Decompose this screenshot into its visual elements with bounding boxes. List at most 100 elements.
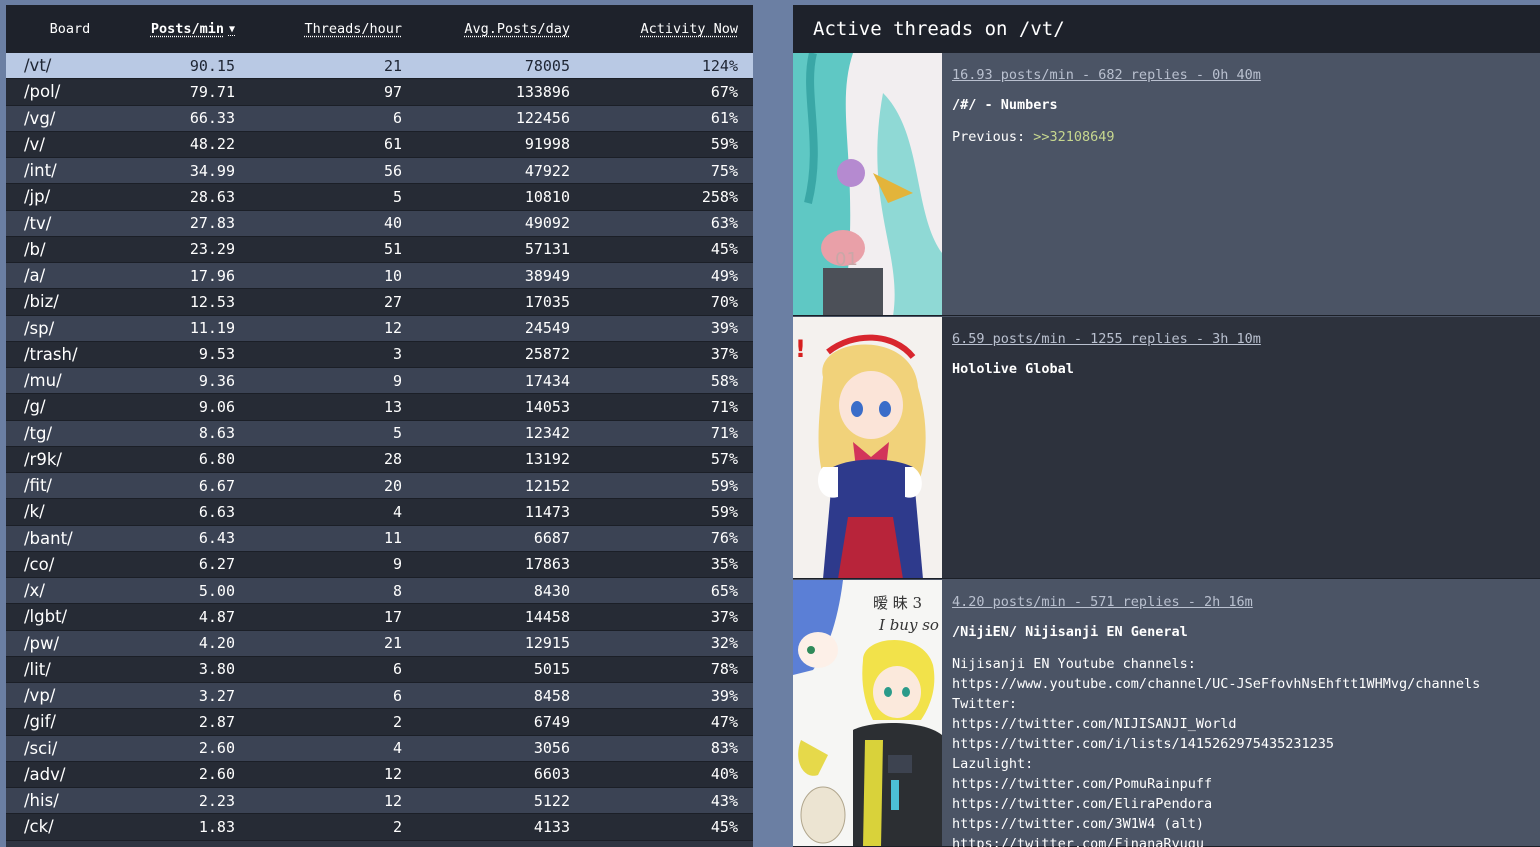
board-cell[interactable]: /x/ (6, 581, 134, 600)
table-row[interactable]: /int/34.99 56 47922 75% (6, 158, 753, 185)
threads-hour-cell: 5 (392, 424, 402, 443)
thread-stats-link[interactable]: 4.20 posts/min - 571 replies - 2h 16m (952, 594, 1530, 610)
board-cell[interactable]: /sci/ (6, 739, 134, 758)
header-avg-posts-day[interactable]: Avg.Posts/day (402, 5, 570, 53)
table-row[interactable]: /pw/4.20 21 12915 32% (6, 630, 753, 657)
board-cell[interactable]: /his/ (6, 791, 134, 810)
board-cell[interactable]: /int/ (6, 161, 134, 180)
table-row[interactable]: /a/17.96 10 38949 49% (6, 263, 753, 290)
thread-item[interactable]: 暧 昧 3 I buy so 4.20 posts/min - 571 repl… (793, 580, 1540, 847)
activity-now-cell: 124% (701, 56, 738, 75)
table-row[interactable]: /lit/3.80 6 5015 78% (6, 656, 753, 683)
board-cell[interactable]: /v/ (6, 135, 134, 154)
table-row[interactable]: /tg/8.63 5 12342 71% (6, 420, 753, 447)
board-cell[interactable]: /lgbt/ (6, 607, 134, 626)
table-row[interactable]: /tv/27.83 40 49092 63% (6, 210, 753, 237)
table-row[interactable]: /pol/79.71 97 133896 67% (6, 79, 753, 106)
table-row[interactable]: /r9k/6.80 28 13192 57% (6, 446, 753, 473)
thread-thumbnail[interactable]: ! (793, 317, 942, 578)
table-row[interactable]: /v/48.22 61 91998 59% (6, 131, 753, 158)
table-row[interactable]: /k/6.63 4 11473 59% (6, 499, 753, 526)
table-row[interactable]: /jp/28.63 5 10810 258% (6, 184, 753, 211)
thumb-mark: ! (795, 335, 806, 363)
posts-min-cell: 4.87 (198, 607, 235, 626)
board-cell[interactable]: /jp/ (6, 187, 134, 206)
table-row[interactable]: /vt/90.15 21 78005 124% (6, 53, 753, 80)
table-row[interactable]: /trash/9.53 3 25872 37% (6, 341, 753, 368)
table-row[interactable]: /sp/11.19 12 24549 39% (6, 315, 753, 342)
thread-item[interactable]: 01 16.93 posts/min - 682 replies - 0h 40… (793, 53, 1540, 316)
board-cell[interactable]: /vp/ (6, 686, 134, 705)
table-row[interactable]: /b/23.29 51 57131 45% (6, 236, 753, 263)
thumb-script: I buy so (878, 616, 939, 634)
thread-item[interactable]: ! 6.59 posts/min - 1255 replies - 3h 10m… (793, 317, 1540, 579)
avg-posts-day-cell: 17863 (524, 555, 570, 574)
board-cell[interactable]: /mu/ (6, 371, 134, 390)
posts-min-cell: 2.60 (198, 739, 235, 758)
avg-posts-day-cell: 133896 (515, 82, 570, 101)
table-row[interactable]: /x/5.00 8 8430 65% (6, 578, 753, 605)
table-row[interactable]: /co/6.27 9 17863 35% (6, 551, 753, 578)
avg-posts-day-cell: 3056 (533, 739, 570, 758)
table-row[interactable]: /vg/66.33 6 122456 61% (6, 105, 753, 132)
board-cell[interactable]: /co/ (6, 555, 134, 574)
board-cell[interactable]: /g/ (6, 397, 134, 416)
avg-posts-day-cell: 10810 (524, 187, 570, 206)
table-row[interactable]: /g/9.06 13 14053 71% (6, 394, 753, 421)
board-cell[interactable]: /pol/ (6, 82, 134, 101)
board-cell[interactable]: /k/ (6, 502, 134, 521)
avg-posts-day-cell: 12152 (524, 476, 570, 495)
board-cell[interactable]: /ck/ (6, 817, 134, 836)
thread-stats-link[interactable]: 16.93 posts/min - 682 replies - 0h 40m (952, 67, 1530, 83)
threads-hour-cell: 6 (392, 686, 402, 705)
thread-body: Nijisanji EN Youtube channels: https://w… (952, 656, 1481, 847)
thread-thumbnail[interactable]: 暧 昧 3 I buy so (793, 580, 942, 846)
activity-now-cell: 47% (710, 712, 738, 731)
board-cell[interactable]: /biz/ (6, 292, 134, 311)
header-board[interactable]: Board (6, 5, 134, 53)
header-posts-min[interactable]: Posts/min ▼ (134, 5, 235, 53)
board-cell[interactable]: /bant/ (6, 529, 134, 548)
board-cell[interactable]: /vg/ (6, 109, 134, 128)
board-cell[interactable]: /pw/ (6, 634, 134, 653)
table-row[interactable]: /gif/2.87 2 6749 47% (6, 709, 753, 736)
avg-posts-day-cell: 25872 (524, 345, 570, 364)
board-cell[interactable]: /trash/ (6, 345, 134, 364)
threads-hour-cell: 12 (383, 765, 402, 784)
table-row[interactable]: /biz/12.53 27 17035 70% (6, 289, 753, 316)
table-row[interactable]: /adv/2.60 12 6603 40% (6, 761, 753, 788)
board-cell[interactable]: /adv/ (6, 765, 134, 784)
threads-hour-cell: 8 (392, 581, 402, 600)
avg-posts-day-cell: 24549 (524, 319, 570, 338)
table-row[interactable]: /ck/1.83 2 4133 45% (6, 814, 753, 841)
board-cell[interactable]: /tv/ (6, 214, 134, 233)
header-threads-hour[interactable]: Threads/hour (235, 5, 402, 53)
board-cell[interactable]: /vt/ (6, 56, 134, 75)
table-row[interactable]: /lgbt/4.87 17 14458 37% (6, 604, 753, 631)
activity-now-cell: 83% (710, 739, 738, 758)
board-cell[interactable]: /tg/ (6, 424, 134, 443)
table-row[interactable]: /fit/6.67 20 12152 59% (6, 473, 753, 500)
quote-link[interactable]: >>32108649 (1033, 129, 1114, 145)
table-row[interactable]: /mu/9.36 9 17434 58% (6, 368, 753, 395)
threads-hour-cell: 21 (383, 634, 402, 653)
board-cell[interactable]: /lit/ (6, 660, 134, 679)
table-row[interactable]: /sci/2.60 4 3056 83% (6, 735, 753, 762)
board-cell[interactable]: /fit/ (6, 476, 134, 495)
posts-min-cell: 6.67 (198, 476, 235, 495)
header-activity-now[interactable]: Activity Now (570, 5, 738, 53)
board-cell[interactable]: /b/ (6, 240, 134, 259)
thread-stats-link[interactable]: 6.59 posts/min - 1255 replies - 3h 10m (952, 331, 1530, 347)
threads-hour-cell: 61 (383, 135, 402, 154)
board-cell[interactable]: /gif/ (6, 712, 134, 731)
board-cell[interactable]: /r9k/ (6, 450, 134, 469)
table-row[interactable]: /bant/6.43 11 6687 76% (6, 525, 753, 552)
table-row[interactable]: /vp/3.27 6 8458 39% (6, 683, 753, 710)
posts-min-cell: 79.71 (189, 82, 235, 101)
board-cell[interactable]: /sp/ (6, 319, 134, 338)
thread-body: Previous: >>32108649 (952, 127, 1530, 147)
thread-thumbnail[interactable]: 01 (793, 53, 942, 315)
panel-title: Active threads on /vt/ (793, 5, 1540, 53)
board-cell[interactable]: /a/ (6, 266, 134, 285)
table-row[interactable]: /his/2.23 12 5122 43% (6, 788, 753, 815)
